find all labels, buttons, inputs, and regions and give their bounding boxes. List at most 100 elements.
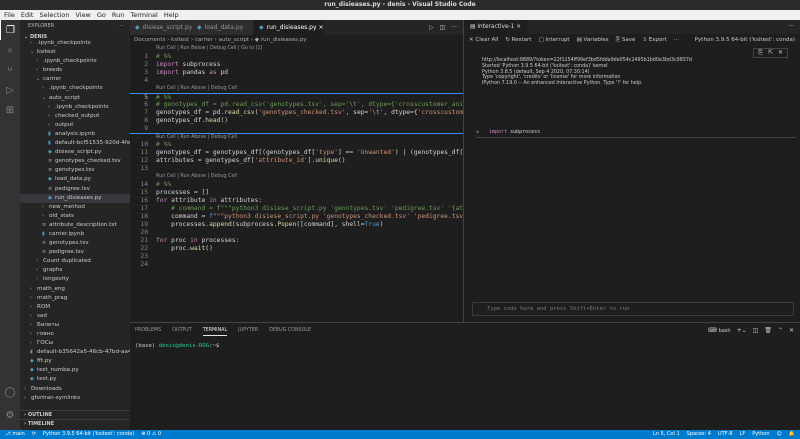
file-item[interactable]: ◆ test.py: [20, 375, 130, 384]
timeline-section[interactable]: › TIMELINE: [20, 419, 130, 428]
folder-item[interactable]: › .ipynb_checkpoints: [20, 39, 130, 48]
code-line[interactable]: 16 for attribute in attributes:: [130, 197, 463, 205]
menu-selection[interactable]: Selection: [39, 10, 69, 20]
menu-terminal[interactable]: Terminal: [130, 10, 157, 20]
folder-item[interactable]: › new_method: [20, 203, 130, 212]
close-panel-icon[interactable]: ✕: [789, 323, 794, 339]
tab-problems[interactable]: PROBLEMS: [135, 323, 161, 339]
folder-item[interactable]: › longevity: [20, 275, 130, 284]
code-lens[interactable]: Run Cell | Run Above | Debug Cell: [130, 173, 463, 181]
folder-item[interactable]: › Count duplicated: [20, 257, 130, 266]
folder-item[interactable]: › ГОСы: [20, 339, 130, 348]
file-item[interactable]: ≡ pedigree.tsv: [20, 185, 130, 194]
code-line[interactable]: 13: [130, 165, 463, 173]
code-line[interactable]: 1 # %%: [130, 53, 463, 61]
tab-run-disieases[interactable]: ◆ run_disieases.py ×: [254, 20, 324, 35]
folder-item[interactable]: › Downloads: [20, 385, 130, 394]
file-item[interactable]: ≡ pedigree.tsv: [20, 248, 130, 257]
folder-item[interactable]: › gfortran-symlinks: [20, 394, 130, 403]
new-terminal-icon[interactable]: +⌄: [737, 323, 747, 339]
kernel-selector[interactable]: Python 3.9.5 64-bit ('ksitest': conda): [695, 34, 800, 46]
interrupt-button[interactable]: □ Interrupt: [538, 34, 569, 46]
folder-item[interactable]: › .ipynb_checkpoints: [20, 84, 130, 93]
folder-item[interactable]: › breeds: [20, 66, 130, 75]
code-line[interactable]: 18 command = f"""python3 disiese_script.…: [130, 213, 463, 221]
terminal[interactable]: (base) denis@denis-ROG:~$: [130, 339, 800, 353]
tab-output[interactable]: OUTPUT: [172, 323, 192, 339]
code-line[interactable]: 8 genotypes_df.head(): [130, 117, 463, 125]
code-line[interactable]: 11 genotypes_df = genotypes_df[(genotypes…: [130, 149, 463, 157]
folder-item[interactable]: › ROM: [20, 303, 130, 312]
file-item[interactable]: ◆ load_data.py: [20, 175, 130, 184]
folder-item[interactable]: › math_prag: [20, 294, 130, 303]
explorer-icon[interactable]: ❐: [0, 20, 20, 40]
tab-jupyter[interactable]: JUPYTER: [238, 323, 258, 339]
code-line[interactable]: 19 processes.append(subprocess.Popen([co…: [130, 221, 463, 229]
status-item[interactable]: Ln 5, Col 1: [653, 430, 680, 439]
status-item[interactable]: Python: [752, 430, 769, 439]
code-line[interactable]: 3 import pandas as pd: [130, 69, 463, 77]
code-line[interactable]: 5 # %%: [130, 93, 463, 101]
menu-run[interactable]: Run: [112, 10, 124, 20]
menu-view[interactable]: View: [75, 10, 90, 20]
copy-icon[interactable]: ⎘: [758, 50, 763, 56]
menu-edit[interactable]: Edit: [21, 10, 34, 20]
code-lens[interactable]: Run Cell | Run Above | Debug Cell: [130, 133, 463, 141]
split-editor-icon[interactable]: ◫: [440, 20, 446, 35]
code-lens[interactable]: Run Cell | Run Above | Debug Cell: [130, 85, 463, 93]
more-icon[interactable]: ···: [788, 20, 800, 34]
folder-item[interactable]: › output: [20, 121, 130, 130]
folder-item[interactable]: › sad: [20, 312, 130, 321]
account-icon[interactable]: ◯: [0, 382, 20, 402]
file-item[interactable]: ▮ carrier.ipynb: [20, 230, 130, 239]
terminal-shell-selector[interactable]: ⌨ bash: [708, 323, 731, 339]
code-line[interactable]: 22 proc.wait(): [130, 245, 463, 253]
code-line[interactable]: 17 # command = f"""python3 disiese_scrip…: [130, 205, 463, 213]
variables-button[interactable]: ▤ Variables: [577, 34, 609, 46]
trash-icon[interactable]: 🗑: [764, 323, 772, 339]
more-icon[interactable]: ···: [451, 20, 457, 35]
folder-item[interactable]: ⌄ ksitest: [20, 48, 130, 57]
interactive-input[interactable]: Type code here and press Shift+Enter to …: [472, 302, 794, 316]
file-item[interactable]: ≡ genotypes_checked.tsv: [20, 157, 130, 166]
tab-terminal[interactable]: TERMINAL: [202, 323, 228, 336]
tab-load-data[interactable]: ◆ load_data.py: [192, 20, 254, 35]
notifications-icon[interactable]: 🔔: [789, 430, 795, 439]
menu-go[interactable]: Go: [97, 10, 106, 20]
status-item[interactable]: UTF-8: [718, 430, 733, 439]
delete-icon[interactable]: ✕: [778, 50, 783, 56]
code-line[interactable]: 14 # %%: [130, 181, 463, 189]
extensions-icon[interactable]: ⊞: [0, 100, 20, 120]
code-line[interactable]: 2 import subprocess: [130, 61, 463, 69]
file-item[interactable]: ≡ attribute_description.txt: [20, 221, 130, 230]
export-button[interactable]: ⇪ Export: [642, 34, 666, 46]
problems-count[interactable]: ⊗ 0 ⚠ 0: [141, 430, 161, 439]
code-line[interactable]: 20: [130, 229, 463, 237]
code-lens[interactable]: Run Cell | Run Below | Debug Cell | Go t…: [130, 45, 463, 53]
folder-item[interactable]: › old_stats: [20, 212, 130, 221]
status-item[interactable]: Spaces: 4: [687, 430, 711, 439]
file-item[interactable]: ◆ test_numba.py: [20, 366, 130, 375]
clear-all-button[interactable]: ✕ Clear All: [469, 34, 498, 46]
file-item[interactable]: ▮ default-bcf51535-920d-4fe6-...: [20, 139, 130, 148]
more-actions-button[interactable]: ···: [119, 20, 124, 33]
file-item[interactable]: ◆ disiese_script.py: [20, 148, 130, 157]
file-item[interactable]: ≡ genotypes.tsv: [20, 239, 130, 248]
git-branch[interactable]: ⎇ main: [5, 430, 25, 439]
file-item[interactable]: ≡ genotypes.tsv: [20, 166, 130, 175]
code-line[interactable]: 9: [130, 125, 463, 133]
save-button[interactable]: ⎘ Save: [616, 34, 636, 46]
code-line[interactable]: 21 for proc in processes:: [130, 237, 463, 245]
code-line[interactable]: 15 processes = []: [130, 189, 463, 197]
code-line[interactable]: 4: [130, 77, 463, 85]
folder-item[interactable]: › graphs: [20, 266, 130, 275]
run-icon[interactable]: ▷: [429, 20, 434, 35]
goto-code-icon[interactable]: ⇱: [768, 50, 773, 56]
close-tab-icon[interactable]: ×: [318, 24, 323, 31]
code-line[interactable]: 10 # %%: [130, 141, 463, 149]
code-line[interactable]: 7 genotypes_df = pd.read_csv('genotypes_c…: [130, 109, 463, 117]
folder-item[interactable]: › Билеты: [20, 321, 130, 330]
executed-cell[interactable]: ✲ import subprocess: [476, 126, 796, 138]
gear-icon[interactable]: ⚙: [0, 405, 20, 425]
python-interpreter[interactable]: Python 3.9.5 64-bit ('ksitest': conda): [43, 430, 134, 439]
